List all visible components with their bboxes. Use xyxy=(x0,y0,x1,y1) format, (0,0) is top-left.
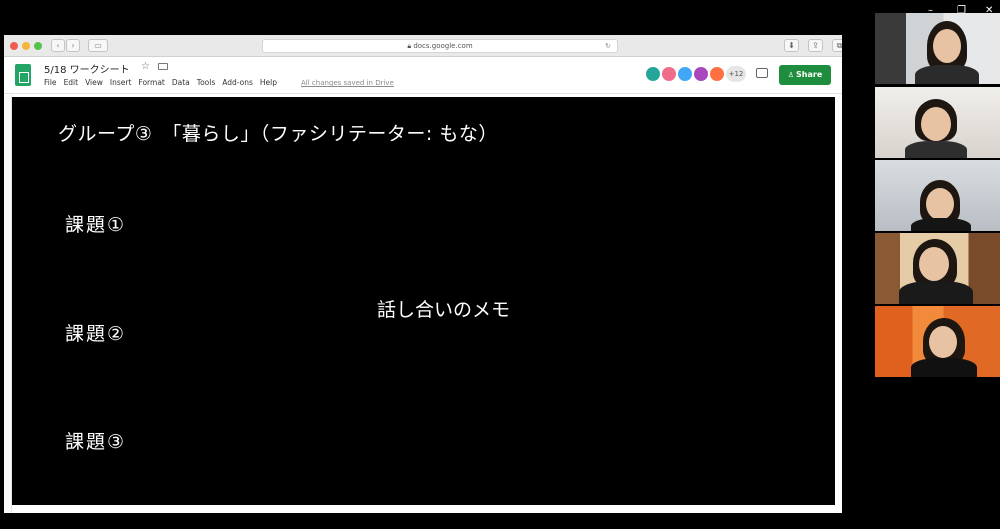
browser-toolbar: ‹ › ▭ 🔒︎ docs.google.com ↻ ⬇ ⇪ ⧉ xyxy=(4,35,842,57)
participant-video-3[interactable] xyxy=(875,160,1000,231)
save-status[interactable]: All changes saved in Drive xyxy=(301,79,394,87)
participant-face xyxy=(921,107,951,141)
avatar[interactable] xyxy=(708,65,726,83)
menu-help[interactable]: Help xyxy=(260,78,277,87)
participant-face xyxy=(933,29,961,63)
share-button[interactable]: ♙ Share xyxy=(779,65,831,85)
task-1-label: 課題① xyxy=(65,214,127,236)
participant-body xyxy=(915,65,979,84)
embedded-slide: グループ③ 「暮らし」（ファシリテーター: もな） 課題① 課題② 課題③ 話し… xyxy=(12,97,835,505)
sheets-header: 5/18 ワークシート ☆ File Edit View Insert Form… xyxy=(4,57,842,94)
task-3-label: 課題③ xyxy=(65,431,127,453)
collaborator-count[interactable]: +12 xyxy=(726,66,746,82)
menu-view[interactable]: View xyxy=(85,78,103,87)
star-icon[interactable]: ☆ xyxy=(141,61,150,72)
participant-body xyxy=(911,358,977,377)
participant-video-1[interactable] xyxy=(875,13,1000,84)
participant-body xyxy=(899,281,973,304)
back-button[interactable]: ‹ xyxy=(51,39,65,52)
participant-body xyxy=(905,141,967,158)
participant-face xyxy=(929,326,957,358)
forward-button[interactable]: › xyxy=(66,39,80,52)
tabs-icon[interactable]: ⧉ xyxy=(832,39,842,52)
reload-icon[interactable]: ↻ xyxy=(605,40,611,52)
menu-insert[interactable]: Insert xyxy=(110,78,132,87)
sheets-logo-icon[interactable] xyxy=(15,64,31,86)
folder-icon[interactable] xyxy=(158,63,168,70)
share-icon[interactable]: ⇪ xyxy=(808,39,823,52)
address-bar[interactable]: 🔒︎ docs.google.com ↻ xyxy=(262,39,618,53)
menu-format[interactable]: Format xyxy=(138,78,164,87)
person-add-icon: ♙ xyxy=(787,71,795,79)
menu-tools[interactable]: Tools xyxy=(197,78,215,87)
row-header-strip xyxy=(4,95,12,513)
download-icon[interactable]: ⬇ xyxy=(784,39,799,52)
browser-window: ‹ › ▭ 🔒︎ docs.google.com ↻ ⬇ ⇪ ⧉ 5/18 ワー… xyxy=(4,35,842,513)
participant-face xyxy=(926,188,954,220)
menu-addons[interactable]: Add-ons xyxy=(222,78,253,87)
participant-video-2[interactable] xyxy=(875,87,1000,158)
maximize-window-button[interactable] xyxy=(34,42,42,50)
participant-body xyxy=(911,218,971,231)
menu-file[interactable]: File xyxy=(44,78,57,87)
slide-title: グループ③ 「暮らし」（ファシリテーター: もな） xyxy=(58,123,498,145)
document-title[interactable]: 5/18 ワークシート xyxy=(44,61,130,76)
url-text: docs.google.com xyxy=(413,42,473,50)
minimize-window-button[interactable] xyxy=(22,42,30,50)
comment-icon[interactable] xyxy=(756,68,768,78)
sheet-content: グループ③ 「暮らし」（ファシリテーター: もな） 課題① 課題② 課題③ 話し… xyxy=(4,95,842,513)
close-window-button[interactable] xyxy=(10,42,18,50)
share-label: Share xyxy=(796,70,823,79)
discussion-memo-label: 話し合いのメモ xyxy=(377,299,511,321)
participant-video-5[interactable] xyxy=(875,306,1000,377)
task-2-label: 課題② xyxy=(65,323,127,345)
sidebar-toggle-button[interactable]: ▭ xyxy=(88,39,108,52)
participant-video-4[interactable] xyxy=(875,233,1000,304)
menu-edit[interactable]: Edit xyxy=(64,78,79,87)
menu-data[interactable]: Data xyxy=(172,78,190,87)
menu-bar: File Edit View Insert Format Data Tools … xyxy=(44,78,277,87)
participant-face xyxy=(919,247,949,281)
